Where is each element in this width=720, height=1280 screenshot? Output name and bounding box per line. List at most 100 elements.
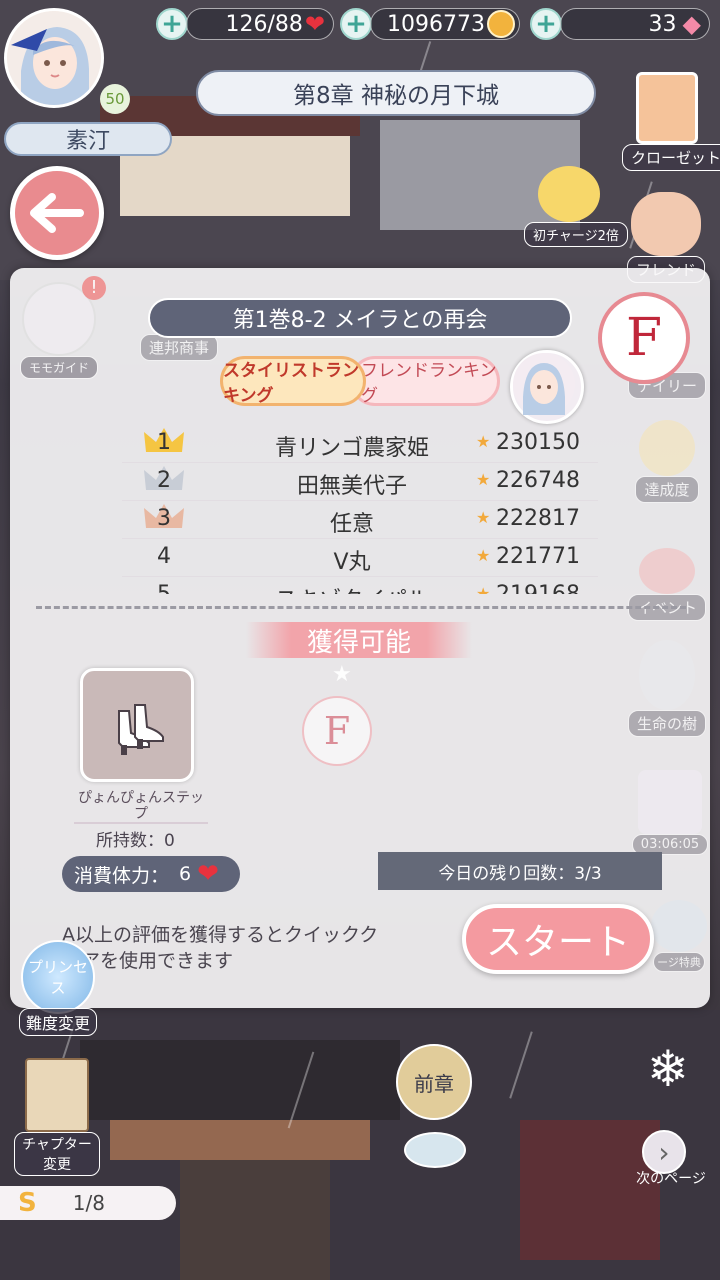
stamina-counter: 126/88 ❤ (186, 8, 334, 40)
rank-number: 2 (157, 468, 171, 493)
player-avatar[interactable] (4, 8, 104, 108)
balloons-icon (639, 548, 695, 594)
reward-item[interactable] (80, 668, 194, 782)
chapter-progress: S 1/8 (0, 1186, 176, 1220)
rank-number: 1 (157, 430, 171, 455)
rank-score: 230150 (496, 430, 580, 455)
add-stamina-button[interactable]: + (156, 8, 188, 40)
diamond-icon: ◆ (682, 10, 701, 38)
book-icon (25, 1058, 89, 1132)
ranking-row: 4 V丸 ★ 221771 (122, 538, 598, 577)
stamina-cost-value: 6 (179, 863, 192, 885)
friends-icon (631, 192, 701, 256)
gem-counter: 33 ◆ (560, 8, 710, 40)
alert-icon: ! (82, 276, 106, 300)
rank-player-name: スキゾタイパル (242, 582, 462, 594)
wardrobe-icon (636, 72, 698, 144)
chapter-change-button[interactable]: チャプター変更 (14, 1058, 100, 1176)
first-charge-button[interactable]: 初チャージ2倍 (524, 166, 628, 247)
rank-number: 4 (157, 544, 171, 569)
tree-of-life-label: 生命の樹 (627, 710, 706, 737)
princess-badge-icon: プリンセス (21, 940, 95, 1014)
ranking-row: 3 任意 ★ 222817 (122, 500, 598, 539)
section-divider (36, 606, 686, 609)
owned-count: 所持数：0 (96, 831, 175, 851)
guide-label: モモガイド (19, 356, 98, 379)
reward-item-name: ぴょんぴょんステップ (74, 790, 208, 824)
star-icon: ★ (476, 470, 491, 489)
my-avatar[interactable] (510, 350, 584, 424)
avatar-portrait-icon (7, 11, 101, 105)
next-page-label: 次のページ (636, 1171, 706, 1187)
gift-button[interactable]: 03:06:05 (626, 770, 714, 855)
ranking-row: 1 青リンゴ農家姫 ★ 230150 (122, 424, 598, 463)
rank-score: 222817 (496, 506, 580, 531)
grade-badge: F (598, 292, 690, 384)
ranking-row: 2 田無美代子 ★ 226748 (122, 462, 598, 501)
rank-number: 3 (157, 506, 171, 531)
quick-clear-hint: A以上の評価を獲得するとクイッククリアを使用できます (62, 924, 379, 972)
coin-counter: 1096773 (370, 8, 520, 40)
ranking-row: 5 スキゾタイパル ★ 219168 (122, 576, 598, 594)
progress-value: 1/8 (72, 1191, 105, 1215)
piggy-bank-icon (538, 166, 600, 222)
snowflake-icon: ❄ (647, 1040, 689, 1098)
star-icon: ★ (476, 584, 491, 594)
shoes-icon (118, 704, 164, 755)
s-rank-icon: S (18, 1188, 37, 1218)
grade-f-badge-bg: F (302, 696, 372, 766)
player-name: 素汀 (4, 122, 172, 156)
tree-icon (639, 640, 695, 710)
prev-chapter-button[interactable]: 前章 (396, 1044, 472, 1120)
rank-number: 5 (146, 582, 182, 594)
rank-score: 221771 (496, 544, 580, 569)
event-button[interactable]: イベント (622, 548, 712, 621)
add-coins-button[interactable]: + (340, 8, 372, 40)
star-icon: ★ (476, 432, 491, 451)
achievement-label: 達成度 (635, 476, 699, 503)
tab-stylist-ranking[interactable]: スタイリストランキング (220, 356, 366, 406)
federation-shop-button[interactable]: 連邦商事 (138, 334, 220, 361)
tree-of-life-button[interactable]: 生命の樹 (622, 640, 712, 737)
stamina-cost-label: 消費体力： (74, 864, 170, 887)
star-icon: ★ (476, 508, 491, 527)
heart-icon: ❤ (304, 10, 325, 38)
rank-player-name: 任意 (329, 512, 374, 537)
rank-player-name: V丸 (333, 550, 371, 575)
first-charge-label: 初チャージ2倍 (524, 222, 628, 247)
difficulty-change-label: 難度変更 (18, 1008, 97, 1036)
stamina-value: 126/88 (225, 11, 303, 37)
start-button[interactable]: スタート (462, 904, 654, 974)
stage-title: 第1巻8-2 メイラとの再会 (148, 298, 572, 338)
difficulty-badge-label: プリンセス (27, 958, 88, 997)
stamina-cost: 消費体力： 6 ❤ (62, 856, 240, 892)
rank-score: 219168 (496, 582, 580, 594)
federation-shop-label: 連邦商事 (139, 334, 218, 361)
star-icon: ★ (332, 662, 352, 687)
dress-bonus-icon (651, 900, 707, 952)
chapter-title: 第8章 神秘の月下城 (196, 70, 596, 116)
swan-plate-icon (404, 1132, 466, 1168)
back-button[interactable] (10, 166, 104, 260)
earnable-banner: 獲得可能 (246, 622, 472, 658)
level-badge: 50 (100, 84, 130, 114)
heart-icon: ❤ (197, 859, 219, 889)
coin-value: 1096773 (387, 11, 485, 37)
rank-player-name: 田無美代子 (296, 474, 407, 499)
chapter-change-label: チャプター変更 (14, 1132, 100, 1176)
difficulty-change-button[interactable]: プリンセス 難度変更 (18, 940, 98, 1036)
avatar-mini-icon (513, 353, 575, 415)
stage-bonus-label: ージ特典 (653, 952, 705, 972)
trophy-icon (639, 420, 695, 476)
tab-friend-ranking[interactable]: フレンドランキング (350, 356, 500, 406)
gem-value: 33 (648, 11, 677, 37)
closet-button[interactable]: クローゼット (622, 72, 720, 171)
ranking-list[interactable]: 1 青リンゴ農家姫 ★ 230150 2 田無美代子 ★ 226748 3 任意… (122, 424, 598, 594)
add-gems-button[interactable]: + (530, 8, 562, 40)
coin-icon (487, 10, 515, 38)
closet-label: クローゼット (622, 144, 720, 171)
achievement-button[interactable]: 達成度 (622, 420, 712, 503)
rank-score: 226748 (496, 468, 580, 493)
arrow-left-icon (30, 193, 84, 233)
remaining-attempts: 今日の残り回数：3/3 (378, 852, 662, 890)
